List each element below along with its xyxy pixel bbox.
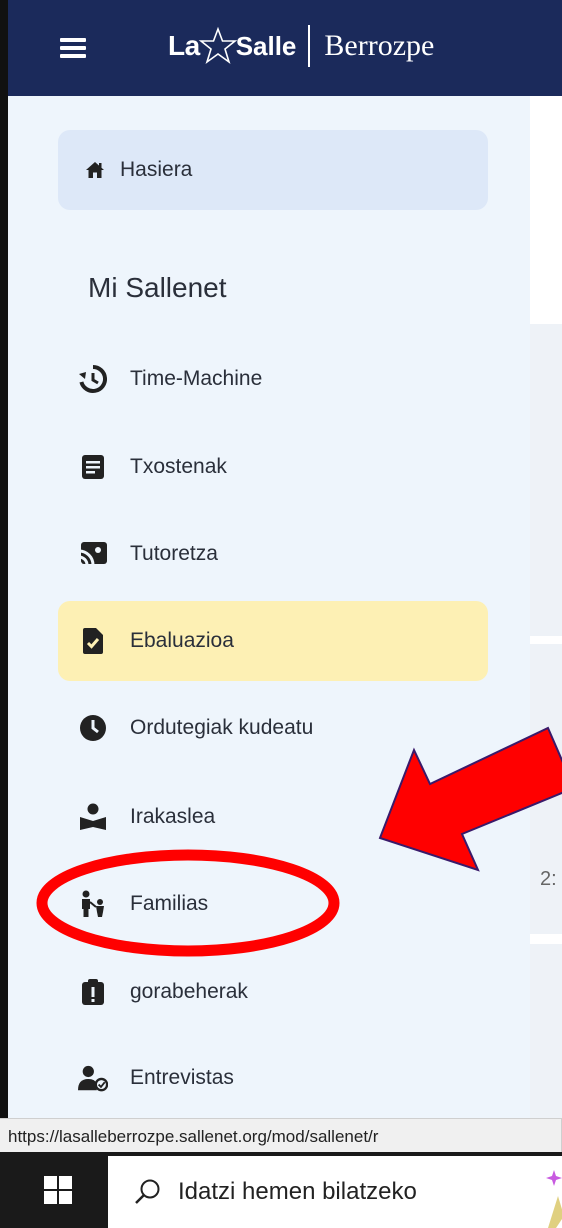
sidebar: Hasiera Mi Sallenet Time-Machine Txosten… [8, 96, 530, 1118]
sidebar-item-time-machine[interactable]: Time-Machine [58, 339, 488, 419]
sidebar-item-label: Ebaluazioa [130, 629, 234, 652]
section-title: Mi Sallenet [88, 272, 227, 303]
content-clipped-text: 2: [540, 868, 557, 890]
sidebar-item-label: Entrevistas [130, 1066, 234, 1089]
report-icon [78, 452, 108, 482]
sidebar-item-gorabeherak[interactable]: gorabeherak [58, 952, 488, 1032]
hamburger-icon[interactable] [60, 36, 86, 58]
sidebar-item-label: Ordutegiak kudeatu [130, 716, 314, 739]
content-panel [530, 324, 562, 636]
clock-icon [78, 713, 108, 743]
logo-star-icon [198, 26, 237, 65]
sidebar-item-label: Hasiera [120, 158, 193, 181]
school-logo[interactable]: La Salle Berrozpe [168, 22, 434, 70]
sidebar-item-label: Tutoretza [130, 542, 218, 565]
sidebar-item-entrevistas[interactable]: Entrevistas [58, 1038, 488, 1118]
incident-icon [78, 977, 108, 1007]
family-icon [78, 889, 108, 919]
sidebar-item-label: gorabeherak [130, 980, 248, 1003]
sidebar-item-ordutegiak-kudeatu[interactable]: Ordutegiak kudeatu [58, 688, 488, 768]
window-border [0, 96, 8, 1118]
sidebar-item-label: Txostenak [130, 455, 227, 478]
sidebar-item-label: Familias [130, 892, 209, 915]
sidebar-item-irakaslea[interactable]: Irakaslea [58, 777, 488, 857]
sidebar-item-label: Irakaslea [130, 805, 216, 828]
logo-la: La [168, 30, 200, 61]
logo-separator [308, 25, 311, 67]
sidebar-item-familias[interactable]: Familias [58, 864, 488, 944]
teacher-icon [78, 802, 108, 832]
history-icon [78, 364, 108, 394]
search-icon [135, 1179, 160, 1204]
taskbar-search-box[interactable]: Idatzi hemen bilatzeko [108, 1156, 562, 1228]
sidebar-item-tutoretza[interactable]: Tutoretza [58, 514, 488, 594]
status-url-bar: https://lasalleberrozpe.sallenet.org/mod… [0, 1118, 562, 1152]
search-placeholder: Idatzi hemen bilatzeko [178, 1178, 417, 1205]
tutoring-icon [78, 539, 108, 569]
main-content-clipped: 2: [530, 96, 562, 1118]
content-panel [530, 944, 562, 1118]
windows-start-icon[interactable] [44, 1176, 72, 1204]
top-bar: La Salle Berrozpe [0, 0, 562, 96]
sidebar-item-label: Time-Machine [130, 367, 263, 390]
taskbar: Idatzi hemen bilatzeko [0, 1152, 562, 1228]
logo-salle: Salle [235, 30, 297, 61]
home-icon [84, 155, 106, 185]
sidebar-item-hasiera[interactable]: Hasiera [58, 130, 488, 210]
evaluation-file-icon [78, 626, 108, 656]
search-highlight-icon [546, 1170, 562, 1228]
sidebar-item-ebaluazioa[interactable]: Ebaluazioa [58, 601, 488, 681]
interview-icon [78, 1063, 108, 1093]
sidebar-item-txostenak[interactable]: Txostenak [58, 427, 488, 507]
logo-school-name: Berrozpe [324, 29, 435, 62]
